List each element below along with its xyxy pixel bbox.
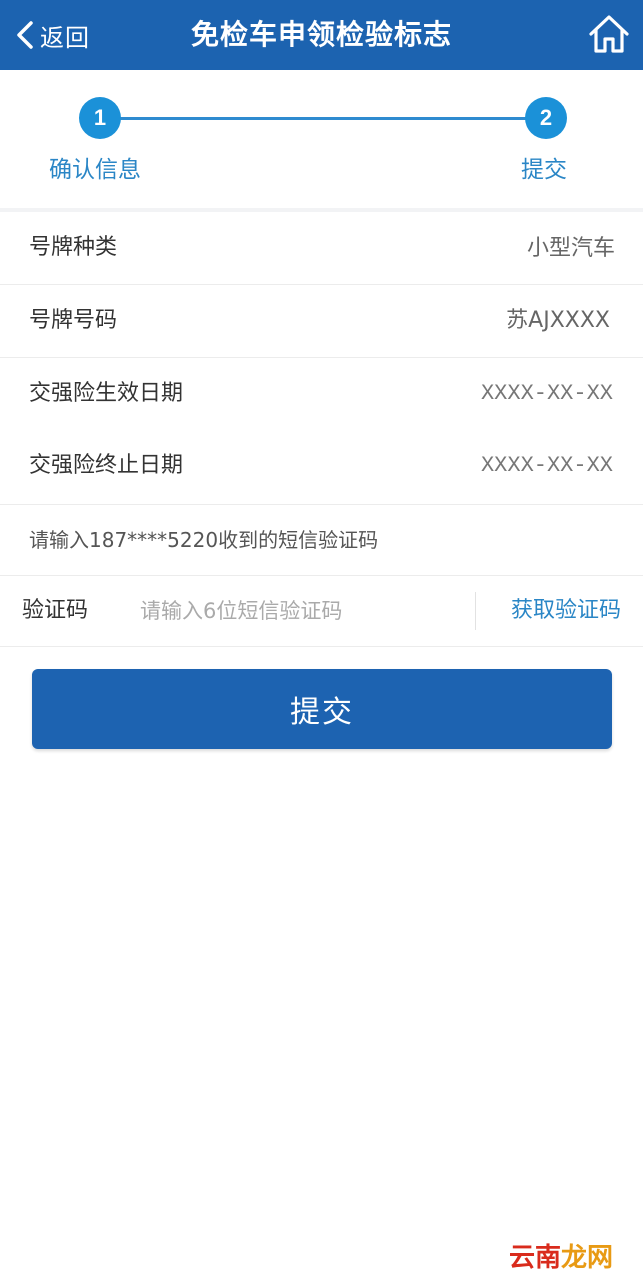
insurance-start-label: 交强险生效日期: [29, 381, 184, 406]
submit-button[interactable]: 提交: [32, 669, 612, 749]
verification-code-row: 验证码 获取验证码: [0, 576, 643, 647]
back-label: 返回: [40, 23, 90, 52]
sms-notice: 请输入187****5220收到的短信验证码: [0, 504, 643, 576]
stepper-line: [100, 117, 546, 120]
watermark-part2: 龙网: [560, 1243, 613, 1273]
verification-code-input[interactable]: [140, 590, 460, 632]
watermark-logo: 云南龙网: [509, 1237, 613, 1274]
info-row-plate-number: 号牌号码 苏AJXXXX: [0, 285, 643, 358]
chevron-left-icon: [14, 19, 36, 51]
home-button[interactable]: [587, 12, 631, 56]
get-code-button[interactable]: 获取验证码: [511, 576, 621, 646]
step-1-dot: 1: [79, 97, 121, 139]
app-header: 返回 免检车申领检验标志: [0, 0, 643, 70]
info-row-insurance-end: 交强险终止日期 XXXX-XX-XX: [0, 430, 643, 502]
step-2-dot: 2: [525, 97, 567, 139]
plate-number-label: 号牌号码: [29, 308, 118, 333]
info-row-plate-type: 号牌种类 小型汽车: [0, 212, 643, 285]
back-button[interactable]: 返回: [14, 10, 90, 60]
verification-code-label: 验证码: [22, 598, 89, 623]
step-2-label: 提交: [521, 157, 567, 183]
info-row-insurance-start: 交强险生效日期 XXXX-XX-XX: [0, 358, 643, 430]
insurance-end-value: XXXX-XX-XX: [480, 453, 613, 478]
sms-notice-text: 请输入187****5220收到的短信验证码: [29, 528, 379, 552]
code-divider: [475, 592, 476, 630]
home-icon: [587, 12, 631, 56]
insurance-end-label: 交强险终止日期: [29, 453, 184, 478]
progress-stepper: 1 2 确认信息 提交: [0, 70, 643, 208]
plate-type-value: 小型汽车: [526, 235, 615, 260]
plate-type-label: 号牌种类: [29, 235, 118, 260]
step-1-label: 确认信息: [49, 157, 141, 183]
plate-number-value: 苏AJXXXX: [506, 308, 610, 333]
insurance-start-value: XXXX-XX-XX: [480, 381, 613, 406]
page-title: 免检车申领检验标志: [190, 18, 452, 51]
watermark-part1: 云南: [508, 1243, 561, 1273]
